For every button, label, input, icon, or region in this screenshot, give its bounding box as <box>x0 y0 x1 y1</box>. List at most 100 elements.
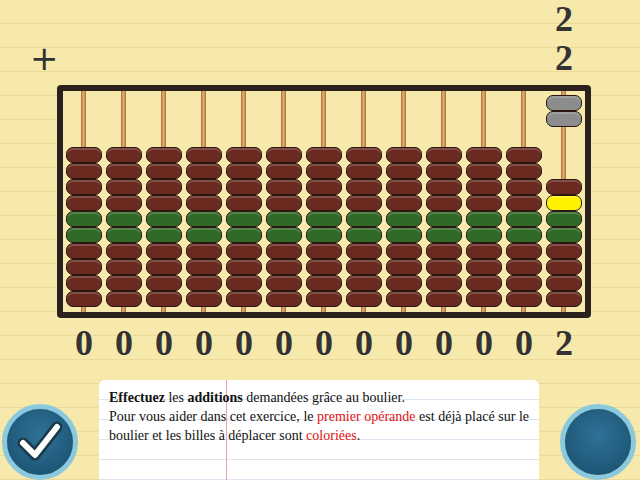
bead[interactable] <box>346 259 382 275</box>
bead[interactable] <box>226 291 262 307</box>
bead[interactable] <box>106 163 142 179</box>
bead[interactable] <box>66 179 102 195</box>
bead[interactable] <box>146 291 182 307</box>
bead[interactable] <box>66 195 102 211</box>
bead[interactable] <box>346 243 382 259</box>
bead[interactable] <box>186 195 222 211</box>
bead[interactable] <box>546 275 582 291</box>
bead[interactable] <box>186 243 222 259</box>
bead[interactable] <box>346 211 382 227</box>
bead[interactable] <box>306 195 342 211</box>
bead[interactable] <box>466 147 502 163</box>
bead[interactable] <box>266 211 302 227</box>
bead[interactable] <box>226 211 262 227</box>
bead[interactable] <box>106 259 142 275</box>
bead[interactable] <box>186 259 222 275</box>
bead[interactable] <box>226 163 262 179</box>
bead[interactable] <box>106 243 142 259</box>
bead[interactable] <box>146 259 182 275</box>
bead[interactable] <box>506 259 542 275</box>
bead[interactable] <box>506 275 542 291</box>
bead[interactable] <box>546 179 582 195</box>
bead[interactable] <box>226 275 262 291</box>
bead[interactable] <box>386 291 422 307</box>
bead[interactable] <box>106 275 142 291</box>
bead[interactable] <box>266 147 302 163</box>
bead[interactable] <box>426 163 462 179</box>
bead[interactable] <box>306 211 342 227</box>
bead[interactable] <box>546 211 582 227</box>
bead[interactable] <box>146 147 182 163</box>
bead[interactable] <box>306 259 342 275</box>
bead[interactable] <box>66 275 102 291</box>
bead[interactable] <box>506 243 542 259</box>
bead[interactable] <box>426 179 462 195</box>
bead[interactable] <box>106 179 142 195</box>
bead[interactable] <box>266 163 302 179</box>
bead[interactable] <box>306 275 342 291</box>
bead[interactable] <box>386 179 422 195</box>
bead[interactable] <box>186 179 222 195</box>
bead[interactable] <box>426 243 462 259</box>
bead[interactable] <box>266 227 302 243</box>
bead[interactable] <box>426 211 462 227</box>
bead[interactable] <box>546 243 582 259</box>
bead[interactable] <box>106 227 142 243</box>
bead[interactable] <box>346 291 382 307</box>
bead[interactable] <box>306 291 342 307</box>
bead[interactable] <box>306 179 342 195</box>
bead[interactable] <box>346 275 382 291</box>
bead[interactable] <box>106 147 142 163</box>
bead[interactable] <box>226 195 262 211</box>
bead[interactable] <box>386 227 422 243</box>
bead[interactable] <box>386 195 422 211</box>
bead[interactable] <box>106 291 142 307</box>
bead[interactable] <box>66 163 102 179</box>
bead[interactable] <box>506 195 542 211</box>
bead[interactable] <box>146 163 182 179</box>
bead[interactable] <box>386 163 422 179</box>
bead[interactable] <box>426 195 462 211</box>
next-button[interactable] <box>560 404 636 480</box>
bead[interactable] <box>266 275 302 291</box>
bead[interactable] <box>506 211 542 227</box>
bead[interactable] <box>226 259 262 275</box>
bead[interactable] <box>66 243 102 259</box>
bead[interactable] <box>506 179 542 195</box>
bead[interactable] <box>506 291 542 307</box>
bead[interactable] <box>186 227 222 243</box>
bead[interactable] <box>546 291 582 307</box>
bead[interactable] <box>386 275 422 291</box>
bead[interactable] <box>306 163 342 179</box>
bead[interactable] <box>186 211 222 227</box>
bead[interactable] <box>466 259 502 275</box>
bead[interactable] <box>306 243 342 259</box>
bead[interactable] <box>266 179 302 195</box>
bead[interactable] <box>346 147 382 163</box>
bead[interactable] <box>146 195 182 211</box>
bead[interactable] <box>346 163 382 179</box>
bead[interactable] <box>66 211 102 227</box>
bead[interactable] <box>226 227 262 243</box>
bead[interactable] <box>266 243 302 259</box>
bead[interactable] <box>426 259 462 275</box>
bead[interactable] <box>506 147 542 163</box>
bead[interactable] <box>466 179 502 195</box>
bead[interactable] <box>546 227 582 243</box>
bead[interactable] <box>146 243 182 259</box>
bead[interactable] <box>186 291 222 307</box>
moved-bead[interactable] <box>546 95 582 111</box>
bead[interactable] <box>146 227 182 243</box>
bead[interactable] <box>266 195 302 211</box>
bead[interactable] <box>266 291 302 307</box>
bead[interactable] <box>426 227 462 243</box>
bead[interactable] <box>506 163 542 179</box>
bead[interactable] <box>186 147 222 163</box>
bead[interactable] <box>226 179 262 195</box>
bead[interactable] <box>66 147 102 163</box>
bead[interactable] <box>466 291 502 307</box>
bead[interactable] <box>186 275 222 291</box>
bead[interactable] <box>346 179 382 195</box>
bead[interactable] <box>146 275 182 291</box>
bead[interactable] <box>226 147 262 163</box>
